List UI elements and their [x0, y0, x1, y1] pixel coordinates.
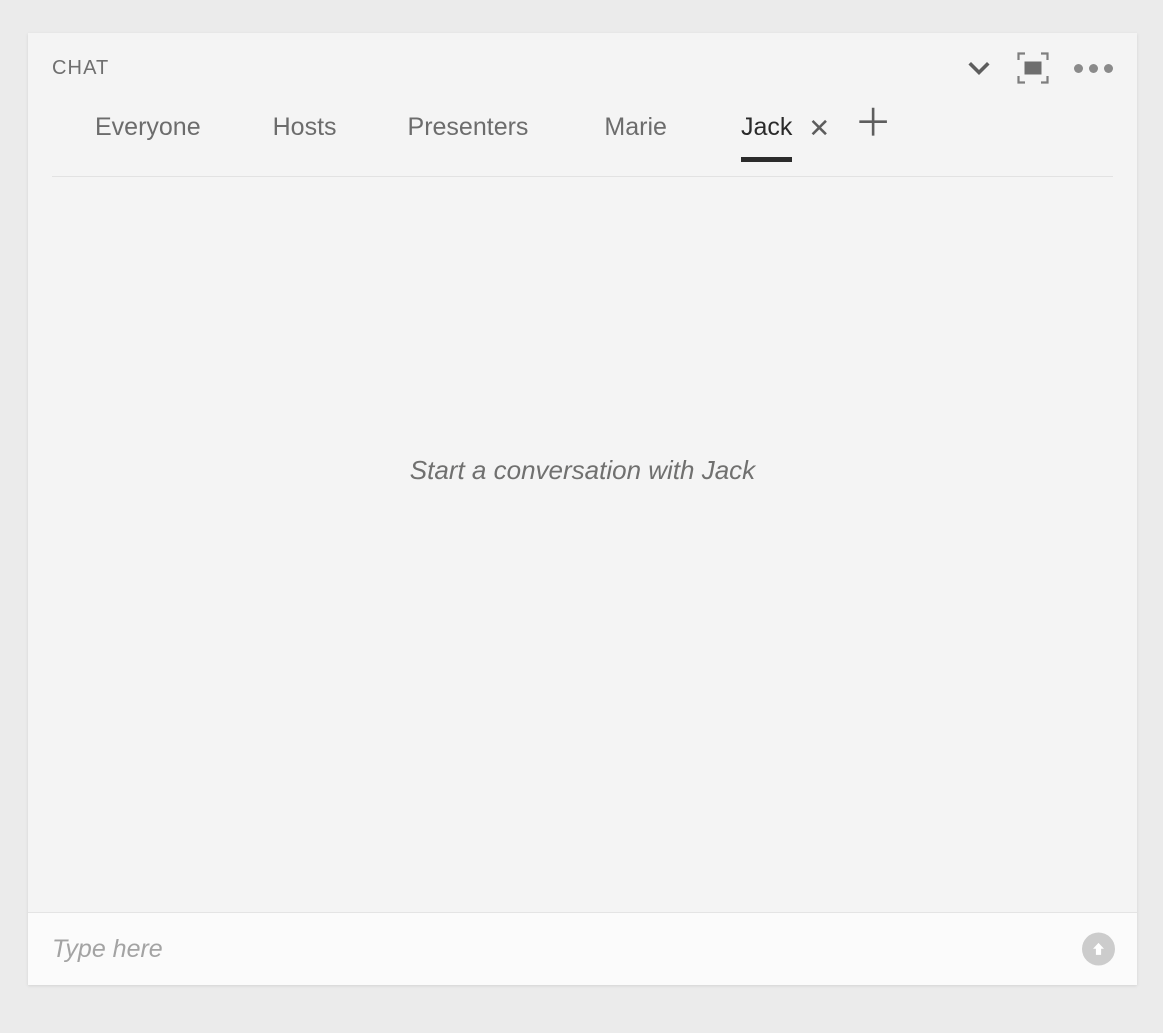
tab-label: Marie [604, 113, 667, 141]
message-input[interactable] [52, 935, 952, 964]
add-tab-icon[interactable]: ＋ [854, 105, 892, 138]
close-icon[interactable]: ✕ [808, 105, 830, 141]
empty-state-message: Start a conversation with Jack [410, 455, 755, 486]
page-title: CHAT [52, 57, 109, 80]
tab-label: Jack [741, 113, 792, 141]
arrow-up-icon [1089, 940, 1108, 959]
fit-to-screen-glyph [1016, 51, 1050, 85]
panel-header: CHAT [28, 33, 1137, 105]
more-options-icon[interactable] [1072, 56, 1115, 81]
fit-to-screen-icon[interactable] [1016, 51, 1050, 85]
tab-presenters[interactable]: Presenters [408, 105, 529, 140]
header-icon-group [964, 51, 1115, 85]
chevron-down-icon[interactable] [964, 53, 994, 83]
dot-3 [1104, 64, 1113, 73]
tab-hosts[interactable]: Hosts [273, 105, 337, 140]
tab-everyone[interactable]: Everyone [95, 105, 201, 140]
chevron-down-glyph [964, 53, 994, 83]
chat-message-area: Start a conversation with Jack [28, 177, 1137, 912]
chat-panel: CHAT [28, 33, 1137, 985]
tab-label: Hosts [273, 113, 337, 141]
send-button[interactable] [1082, 933, 1115, 966]
tab-jack[interactable]: Jack [741, 105, 792, 140]
active-tab-indicator [741, 157, 792, 162]
dot-2 [1089, 64, 1098, 73]
tab-label: Everyone [95, 113, 201, 141]
tab-label: Presenters [408, 113, 529, 141]
chat-tab-bar: Everyone Hosts Presenters Marie Jack ✕ ＋ [28, 105, 1137, 177]
dot-1 [1074, 64, 1083, 73]
message-composer [28, 912, 1137, 985]
tab-marie[interactable]: Marie [604, 105, 667, 140]
